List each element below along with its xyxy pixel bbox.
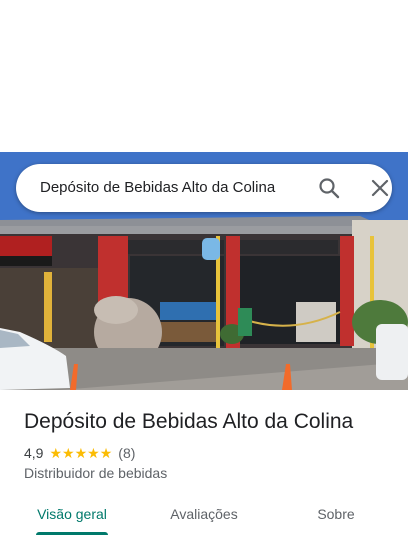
rating-value: 4,9: [24, 445, 44, 461]
star-icon: ★: [87, 445, 100, 461]
search-bar[interactable]: Depósito de Bebidas Alto da Colina: [16, 164, 392, 212]
tab-about[interactable]: Sobre: [300, 496, 372, 532]
rating-stars: ★ ★ ★ ★ ★: [49, 444, 112, 462]
search-input[interactable]: Depósito de Bebidas Alto da Colina: [40, 164, 275, 212]
rating-row[interactable]: 4,9 ★ ★ ★ ★ ★ (8): [24, 444, 135, 462]
star-icon: ★: [99, 445, 113, 461]
place-tabs: Visão geral Avaliações Sobre: [0, 496, 408, 536]
tab-overview[interactable]: Visão geral: [28, 496, 116, 532]
close-icon[interactable]: [370, 178, 390, 198]
star-icon: ★: [49, 445, 63, 461]
active-tab-indicator: [36, 532, 108, 535]
star-icon: ★: [74, 445, 88, 461]
review-count[interactable]: (8): [118, 445, 135, 461]
tab-reviews[interactable]: Avaliações: [156, 496, 252, 532]
place-category: Distribuidor de bebidas: [24, 465, 168, 481]
place-title: Depósito de Bebidas Alto da Colina: [24, 410, 354, 433]
search-icon[interactable]: [318, 177, 340, 199]
star-icon: ★: [62, 445, 75, 461]
blank-header-area: [0, 0, 408, 152]
